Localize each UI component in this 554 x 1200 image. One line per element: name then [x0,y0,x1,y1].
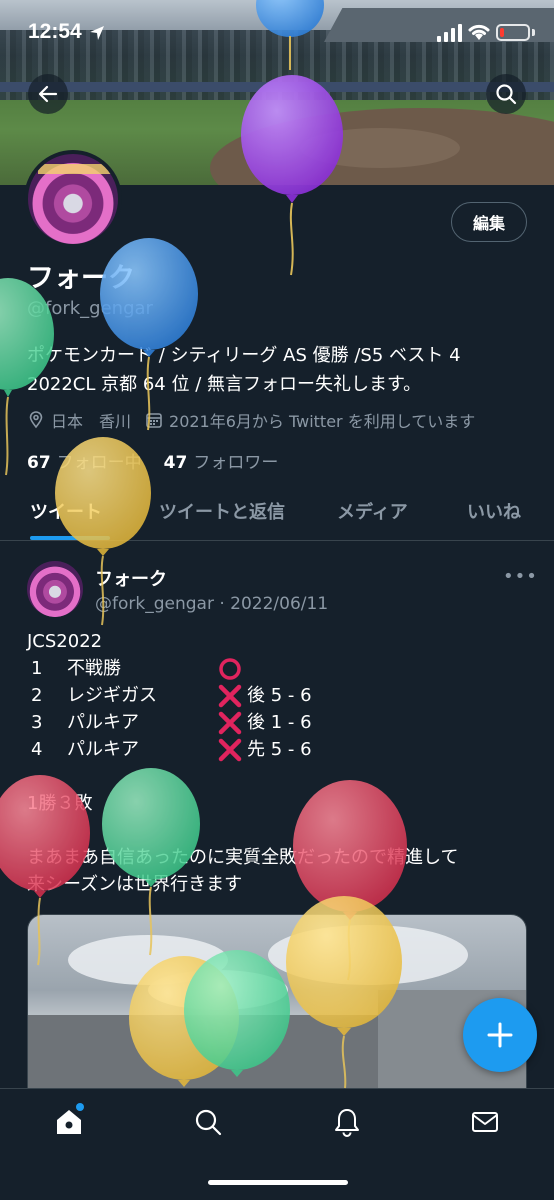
signal-icon [437,24,462,42]
tweet-line-a: まあまあ自信あったのに実質全敗だったので精進して [27,847,459,868]
bell-icon[interactable] [332,1107,362,1137]
result-round: 1 [31,658,43,679]
wifi-icon [468,24,490,40]
result-score: 先 5 - 6 [247,739,312,760]
more-icon[interactable]: ••• [503,566,537,587]
following-link[interactable]: 67 フォロー中 [27,448,142,473]
following-label: フォロー中 [56,453,142,473]
location-pin-icon [29,411,43,429]
results-list: 1 不戦勝 2 レジギガス後 5 - 6 3 パルキア後 1 - 6 4 パルキア先 5 - … [27,655,527,763]
back-button[interactable] [28,74,68,114]
explore-search-icon[interactable] [193,1107,223,1137]
profile-display-name: フォーク [27,263,135,294]
result-round: 3 [31,712,43,733]
tweet-title: JCS2022 [27,631,103,652]
tab-tweets-and-replies[interactable]: ツイートと返信 [159,498,285,524]
result-opponent: パルキア [67,739,139,760]
profile-handle: @fork_gengar [27,298,153,319]
tab-tweets[interactable]: ツイート [30,498,102,524]
tweet-author-name[interactable]: フォーク [95,565,167,591]
home-indicator [208,1180,348,1185]
result-row: 4 パルキア 先 5 - 6 [27,736,527,763]
search-icon [496,84,517,105]
result-opponent: レジギガス [67,685,157,706]
result-round: 2 [31,685,43,706]
edit-profile-button[interactable]: 編集 [451,202,527,242]
profile-joined: 2021年6月から Twitter を利用しています [169,412,476,431]
result-row: 2 レジギガス 後 5 - 6 [27,682,527,709]
follow-stats: 67 フォロー中 47 フォロワー [27,448,300,473]
compose-plus-icon [487,1022,513,1048]
win-circle-icon [219,657,241,680]
tweet-line-b: 来シーズンは世界行きます [27,874,243,895]
result-row: 1 不戦勝 [27,655,527,682]
location-arrow-icon [90,26,104,40]
loss-cross-icon [218,738,242,761]
followers-count: 47 [163,453,188,473]
result-row: 3 パルキア 後 1 - 6 [27,709,527,736]
tab-media[interactable]: メディア [337,498,408,524]
search-button[interactable] [486,74,526,114]
result-score: 後 5 - 6 [247,685,312,706]
followers-label: フォロワー [193,453,279,473]
mail-icon[interactable] [470,1107,500,1137]
banner-infield [300,128,460,168]
banner-ad-board [0,82,554,92]
compose-tweet-button[interactable] [463,998,537,1072]
tweet-text: JCS2022 1 不戦勝 2 レジギガス 後 5 - 6 3 パルキア 後 1 - 6 4 パル… [27,628,527,898]
tab-likes[interactable]: いいね [467,498,521,524]
home-notification-dot [76,1103,84,1111]
profile-location: 日本 香川 [51,412,132,431]
status-time: 12:54 [28,20,82,43]
result-round: 4 [31,739,43,760]
status-bar: 12:54 [0,0,554,64]
profile-meta: 日本 香川 2021年6月から Twitter を利用しています [27,408,475,432]
tweet-image[interactable] [27,914,527,1104]
back-arrow-icon [38,85,58,103]
battery-tip [532,29,535,36]
bio-line-2: 2022CL 京都 64 位 / 無言フォロー失礼します。 [27,374,422,395]
loss-cross-icon [218,711,242,734]
profile-tabs: ツイート ツイートと返信 メディア いいね [0,488,554,541]
calendar-icon [146,413,162,428]
result-opponent: パルキア [67,712,139,733]
result-opponent: 不戦勝 [67,658,121,679]
followers-link[interactable]: 47 フォロワー [164,448,279,473]
tweet-avatar[interactable] [27,561,83,617]
result-score: 後 1 - 6 [247,712,312,733]
battery-icon [496,24,530,41]
profile-bio: ポケモンカード / シティリーグ AS 優勝 /S5 ベスト 4 2022CL … [27,341,527,399]
loss-cross-icon [218,684,242,707]
tweet-record: 1勝３敗 [27,793,93,814]
tweet-meta: @fork_gengar · 2022/06/11 [95,594,329,614]
bio-line-1: ポケモンカード / シティリーグ AS 優勝 /S5 ベスト 4 [27,345,461,366]
following-count: 67 [27,453,51,473]
active-tab-indicator [30,536,110,540]
profile-avatar[interactable] [24,150,122,248]
home-icon[interactable] [54,1107,84,1137]
